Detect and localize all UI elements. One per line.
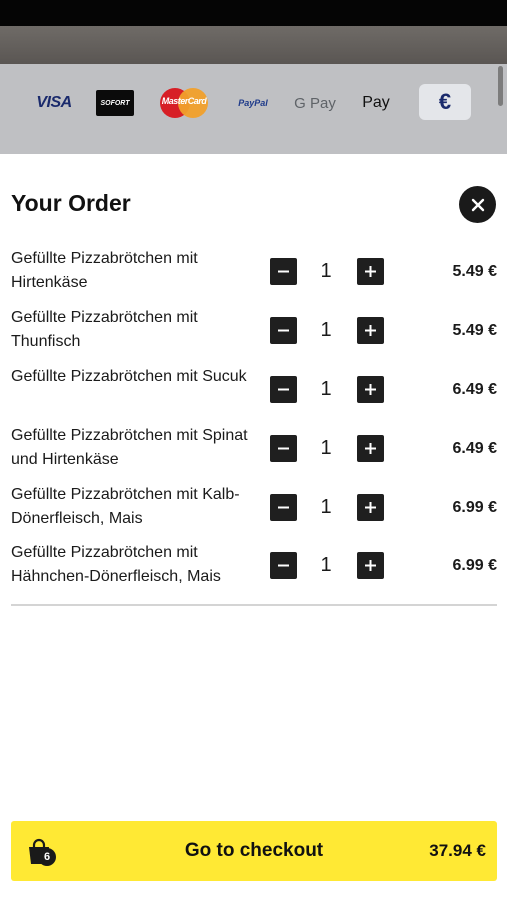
item-quantity: 1 — [320, 554, 332, 576]
order-item: Gefüllte Pizzabrötchen mit Spinat und Hi… — [0, 424, 507, 476]
mastercard-logo: MasterCard — [158, 86, 210, 120]
item-quantity: 1 — [320, 437, 332, 459]
item-quantity: 1 — [320, 260, 332, 282]
sofort-logo: SOFORT — [96, 90, 134, 116]
item-price: 6.49 € — [452, 381, 497, 398]
minus-icon — [278, 564, 289, 567]
increase-quantity-button[interactable] — [357, 435, 384, 462]
currency-euro-badge: € — [419, 84, 471, 120]
plus-icon — [365, 502, 376, 513]
order-item: Gefüllte Pizzabrötchen mit Sucuk 1 6.49 … — [0, 365, 507, 417]
minus-icon — [278, 329, 289, 332]
item-price: 6.99 € — [452, 499, 497, 516]
checkout-label: Go to checkout — [184, 840, 324, 861]
increase-quantity-button[interactable] — [357, 552, 384, 579]
item-name: Gefüllte Pizzabrötchen mit Thunfisch — [11, 309, 198, 350]
item-price: 6.49 € — [452, 440, 497, 457]
visa-logo: VISA — [36, 94, 72, 111]
order-total: 37.94 € — [429, 841, 486, 860]
increase-quantity-button[interactable] — [357, 317, 384, 344]
status-bar — [0, 0, 507, 26]
plus-icon — [365, 266, 376, 277]
item-price: 6.99 € — [452, 557, 497, 574]
order-divider — [11, 604, 497, 606]
decrease-quantity-button[interactable] — [270, 317, 297, 344]
order-title: Your Order — [11, 190, 131, 216]
minus-icon — [278, 447, 289, 450]
order-item: Gefüllte Pizzabrötchen mit Thunfisch 1 5… — [0, 306, 507, 358]
item-name: Gefüllte Pizzabrötchen mit Kalb-Dönerfle… — [11, 486, 240, 527]
item-name: Gefüllte Pizzabrötchen mit Sucuk — [11, 368, 247, 385]
decrease-quantity-button[interactable] — [270, 258, 297, 285]
order-item: Gefüllte Pizzabrötchen mit Hirtenkäse 1 … — [0, 247, 507, 299]
minus-icon — [278, 270, 289, 273]
item-quantity: 1 — [320, 496, 332, 518]
decrease-quantity-button[interactable] — [270, 552, 297, 579]
go-to-checkout-button[interactable]: 6 Go to checkout 37.94 € — [11, 821, 497, 881]
item-quantity: 1 — [320, 319, 332, 341]
increase-quantity-button[interactable] — [357, 494, 384, 521]
minus-icon — [278, 388, 289, 391]
plus-icon — [365, 443, 376, 454]
item-quantity: 1 — [320, 378, 332, 400]
decrease-quantity-button[interactable] — [270, 435, 297, 462]
minus-icon — [278, 506, 289, 509]
item-price: 5.49 € — [452, 322, 497, 339]
scrollbar[interactable] — [498, 66, 503, 106]
item-name: Gefüllte Pizzabrötchen mit Spinat und Hi… — [11, 427, 248, 468]
dimmed-page-header — [0, 26, 507, 64]
decrease-quantity-button[interactable] — [270, 494, 297, 521]
decrease-quantity-button[interactable] — [270, 376, 297, 403]
close-button[interactable] — [459, 186, 496, 223]
item-price: 5.49 € — [452, 263, 497, 280]
order-item: Gefüllte Pizzabrötchen mit Hähnchen-Döne… — [0, 541, 507, 593]
paypal-logo: PayPal — [238, 98, 268, 108]
order-item: Gefüllte Pizzabrötchen mit Kalb-Dönerfle… — [0, 483, 507, 535]
increase-quantity-button[interactable] — [357, 376, 384, 403]
increase-quantity-button[interactable] — [357, 258, 384, 285]
plus-icon — [365, 384, 376, 395]
close-icon — [471, 198, 484, 211]
google-pay-logo: G Pay — [294, 94, 336, 112]
item-name: Gefüllte Pizzabrötchen mit Hähnchen-Döne… — [11, 544, 221, 585]
plus-icon — [365, 325, 376, 336]
item-name: Gefüllte Pizzabrötchen mit Hirtenkäse — [11, 250, 198, 291]
apple-pay-logo: Pay — [362, 94, 390, 111]
plus-icon — [365, 560, 376, 571]
mastercard-logo-text: MasterCard — [161, 96, 207, 106]
